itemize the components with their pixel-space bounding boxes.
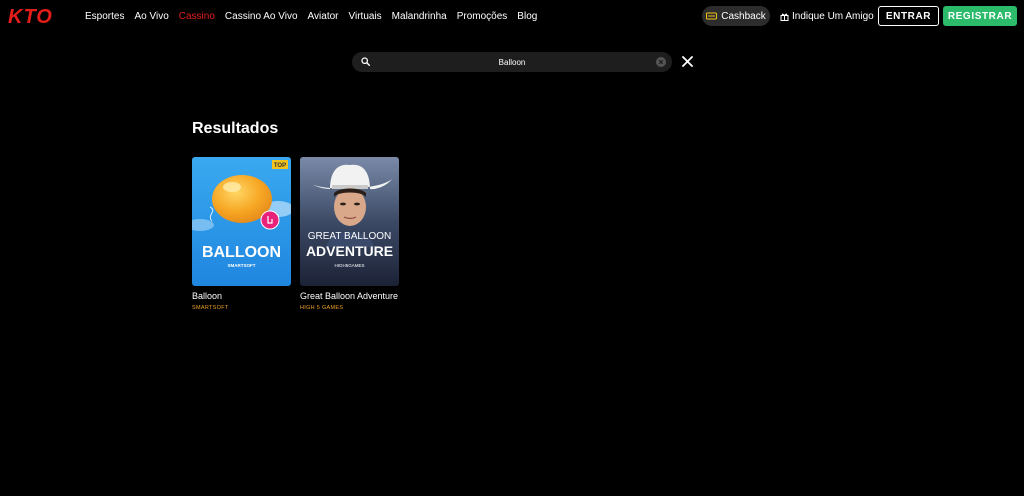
top-header: KTO Esportes Ao Vivo Cassino Cassino Ao … — [0, 0, 1024, 32]
kto-logo[interactable]: KTO — [8, 7, 70, 25]
refer-label: Indique Um Amigo — [792, 10, 874, 22]
game-name[interactable]: Great Balloon Adventure — [300, 291, 398, 301]
nav-item-virtuais[interactable]: Virtuais — [349, 11, 382, 22]
gift-icon — [780, 13, 789, 21]
nav-item-aviator[interactable]: Aviator — [308, 11, 339, 22]
register-button[interactable]: REGISTRAR — [943, 6, 1017, 26]
balloon-art-title: BALLOON — [202, 244, 281, 261]
gba-art-title-line2: ADVENTURE — [306, 243, 393, 259]
game-card-great-balloon-adventure[interactable]: GREAT BALLOON ADVENTURE HIGH5GAMES Great… — [300, 157, 400, 311]
game-thumbnail-balloon[interactable]: TOP BALLOON SMARTSOFT — [192, 157, 291, 286]
nav-item-malandrinha[interactable]: Malandrinha — [392, 11, 447, 22]
clear-search-icon[interactable] — [656, 57, 666, 67]
main-nav: Esportes Ao Vivo Cassino Cassino Ao Vivo… — [85, 0, 547, 32]
gba-art-subtitle: HIGH5GAMES — [334, 263, 364, 268]
login-button[interactable]: ENTRAR — [878, 6, 939, 26]
game-provider: SMARTSOFT — [192, 305, 229, 311]
cashback-button[interactable]: Cashback — [702, 6, 770, 26]
tap-icon — [260, 210, 280, 230]
game-thumbnail-great-balloon-adventure[interactable]: GREAT BALLOON ADVENTURE HIGH5GAMES — [300, 157, 399, 286]
search-bar[interactable] — [352, 52, 672, 72]
top-badge-label: TOP — [274, 163, 286, 169]
nav-item-cassino-ao-vivo[interactable]: Cassino Ao Vivo — [225, 11, 298, 22]
logo-text: KTO — [8, 7, 53, 25]
nav-item-ao-vivo[interactable]: Ao Vivo — [134, 11, 168, 22]
gba-art-title-line1: GREAT BALLOON — [308, 231, 392, 242]
close-search-icon[interactable] — [682, 56, 693, 67]
nav-item-cassino[interactable]: Cassino — [179, 11, 215, 22]
results-title: Resultados — [192, 120, 279, 137]
game-provider: HIGH 5 GAMES — [300, 305, 344, 311]
nav-item-esportes[interactable]: Esportes — [85, 11, 124, 22]
search-input[interactable] — [378, 52, 646, 72]
game-card-balloon[interactable]: TOP BALLOON SMARTSOFT Balloon SMARTSOFT — [192, 157, 292, 311]
search-icon — [361, 57, 370, 66]
balloon-art-subtitle: SMARTSOFT — [228, 263, 256, 268]
nav-item-promocoes[interactable]: Promoções — [457, 11, 508, 22]
cashback-icon — [706, 12, 718, 20]
game-name[interactable]: Balloon — [192, 291, 222, 301]
nav-item-blog[interactable]: Blog — [517, 11, 537, 22]
cashback-label: Cashback — [721, 10, 766, 22]
refer-friend-link[interactable]: Indique Um Amigo — [780, 6, 874, 26]
